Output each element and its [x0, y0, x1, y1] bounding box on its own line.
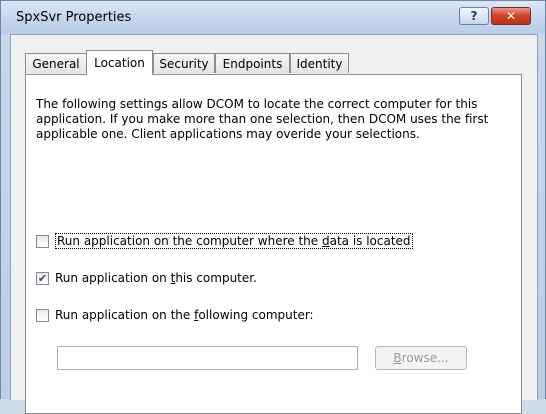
- option-this-computer-label: Run application on this computer.: [55, 271, 257, 285]
- tab-identity[interactable]: Identity: [290, 53, 349, 73]
- label-text: Run application on: [55, 271, 171, 285]
- option-following-computer[interactable]: Run application on the following compute…: [36, 307, 314, 323]
- label-text: ata is located: [329, 234, 411, 248]
- option-following-computer-label: Run application on the following compute…: [55, 308, 314, 322]
- option-data-location[interactable]: Run application on the computer where th…: [36, 233, 413, 249]
- label-text: his computer.: [175, 271, 257, 285]
- tab-endpoints[interactable]: Endpoints: [215, 53, 290, 73]
- browse-label: rowse...: [401, 351, 449, 365]
- close-icon: ✕: [505, 9, 517, 23]
- option-this-computer[interactable]: ✔ Run application on this computer.: [36, 270, 257, 286]
- title-bar[interactable]: SpxSvr Properties ? ✕: [1, 1, 545, 34]
- checkbox-data-location[interactable]: [36, 234, 49, 248]
- browse-button[interactable]: Browse...: [375, 346, 467, 370]
- tab-security[interactable]: Security: [153, 53, 215, 73]
- properties-window: SpxSvr Properties ? ✕ General Location S…: [0, 0, 546, 414]
- help-icon: ?: [470, 9, 478, 23]
- window-title: SpxSvr Properties: [16, 10, 132, 25]
- option-data-location-label: Run application on the computer where th…: [55, 233, 413, 249]
- checkbox-following-computer[interactable]: [36, 308, 49, 322]
- tab-security-label: Security: [159, 56, 209, 71]
- browse-mnemonic: B: [393, 351, 402, 365]
- computer-name-input[interactable]: [57, 346, 358, 370]
- tab-endpoints-label: Endpoints: [222, 56, 283, 71]
- label-text: Run application on the computer where th…: [57, 234, 322, 248]
- close-button[interactable]: ✕: [491, 7, 531, 25]
- label-text: Run application on the: [55, 308, 195, 322]
- tab-general-label: General: [32, 56, 80, 71]
- tab-general[interactable]: General: [25, 53, 87, 73]
- tab-identity-label: Identity: [296, 56, 343, 71]
- location-description: The following settings allow DCOM to loc…: [36, 97, 489, 141]
- label-text: ollowing computer:: [198, 308, 314, 322]
- tab-location-label: Location: [94, 56, 145, 70]
- location-panel: The following settings allow DCOM to loc…: [25, 74, 522, 414]
- dialog-body: General Location Security Endpoints Iden…: [10, 34, 538, 414]
- checkbox-this-computer[interactable]: ✔: [36, 271, 49, 285]
- help-button[interactable]: ?: [459, 7, 489, 25]
- tab-location[interactable]: Location: [86, 50, 153, 75]
- mnemonic-d: d: [321, 234, 330, 248]
